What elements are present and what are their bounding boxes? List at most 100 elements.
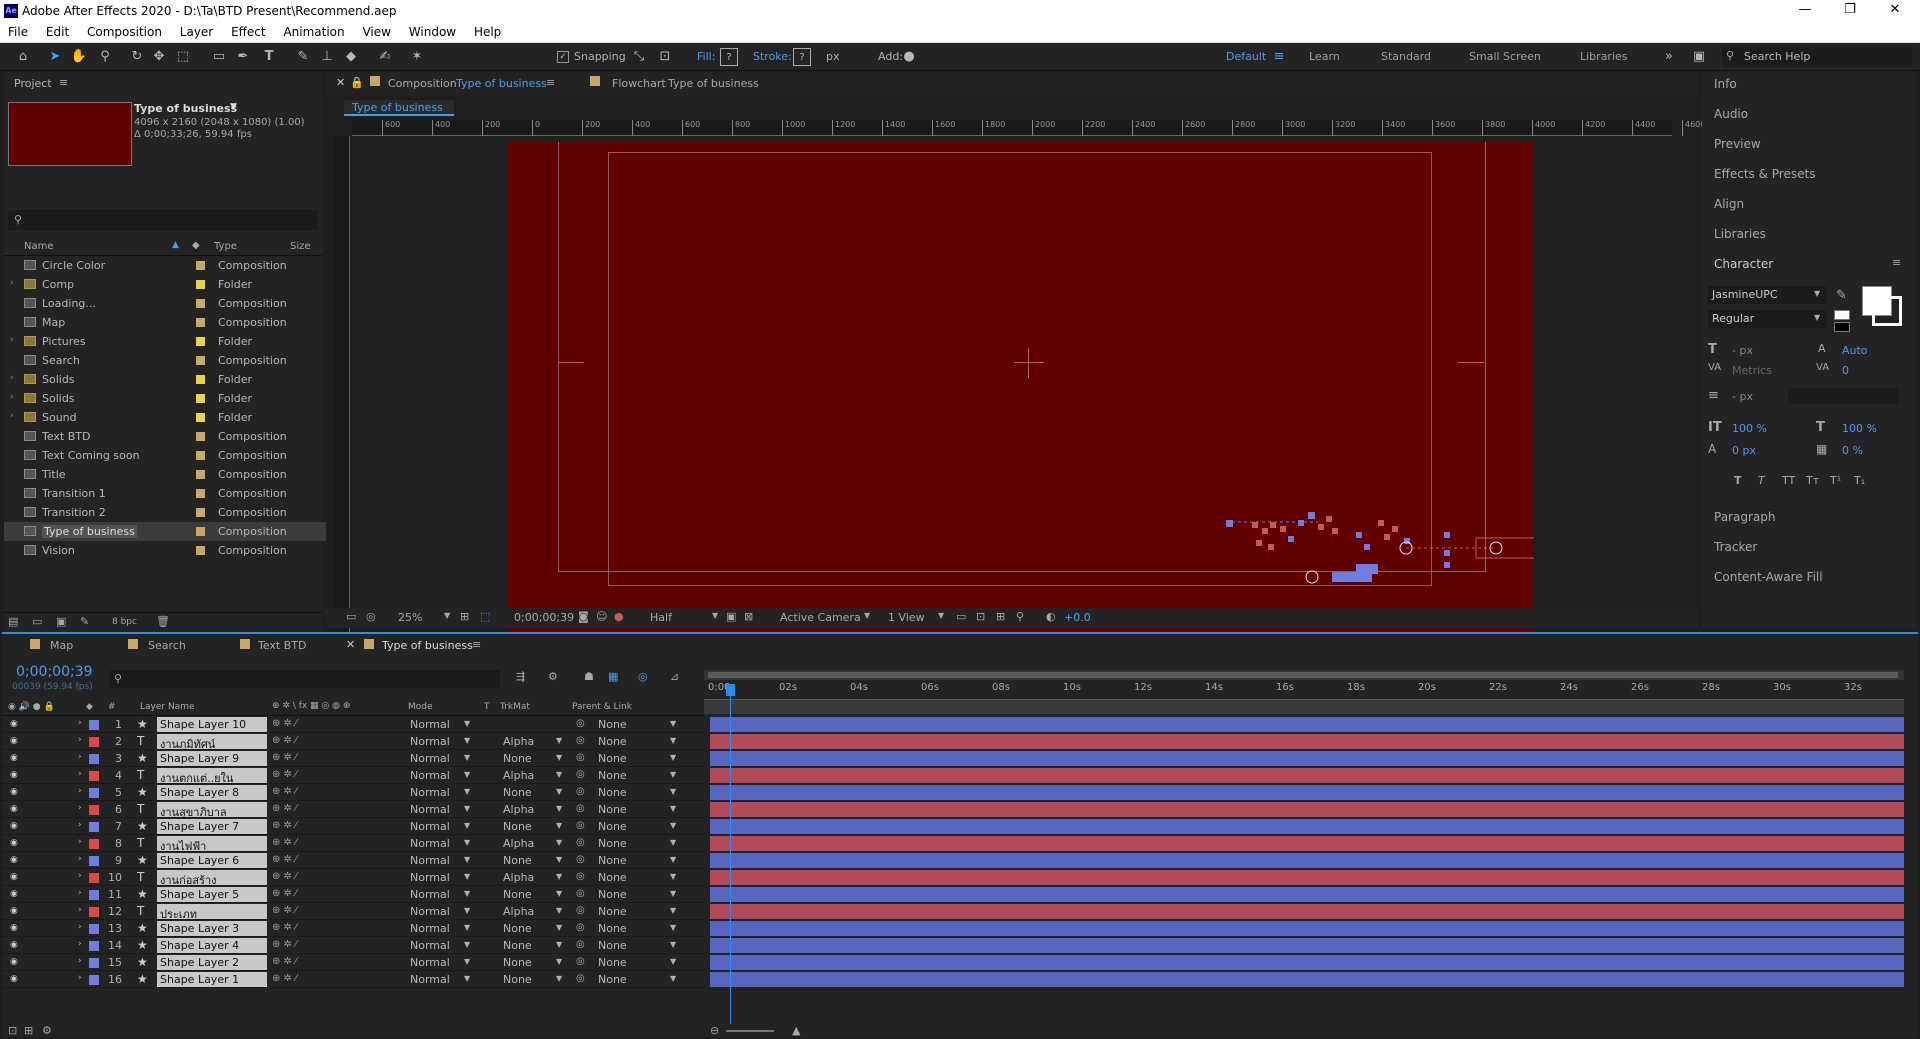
label-color-icon[interactable] xyxy=(196,489,205,498)
project-item[interactable]: Transition 1 Composition xyxy=(4,484,326,503)
layer-duration-bar[interactable] xyxy=(710,717,1904,732)
selected-item-name[interactable]: Type of business xyxy=(134,102,237,115)
time-ruler[interactable]: 0:00s 02s 04s 06s 08s 10s 12s 14s 16s 18s 20s 22s 24… xyxy=(704,680,1904,700)
panel-preview[interactable]: Preview xyxy=(1714,137,1761,151)
timeline-tab-text-btd[interactable]: Text BTD xyxy=(258,639,306,652)
project-panel-title[interactable]: Project xyxy=(14,77,52,90)
work-area-range[interactable] xyxy=(708,672,1898,678)
toggle-pixel-aspect-icon[interactable]: ▭ xyxy=(956,610,966,623)
new-comp-icon[interactable]: ▣ xyxy=(56,615,66,628)
layer-duration-bar[interactable] xyxy=(710,887,1904,902)
sort-up-icon[interactable]: ▲ xyxy=(172,240,179,250)
col-layer-name[interactable]: Layer Name xyxy=(140,702,195,712)
panel-content-aware-fill[interactable]: Content-Aware Fill xyxy=(1714,570,1823,584)
close-button[interactable]: ✕ xyxy=(1880,2,1910,17)
panel-menu-icon[interactable]: ≡ xyxy=(1892,256,1901,269)
layer-duration-bar[interactable] xyxy=(710,836,1904,851)
flowchart-tab-prefix[interactable]: Flowchart xyxy=(612,77,666,90)
menu-file[interactable]: File xyxy=(0,22,34,39)
hand-tool-icon[interactable]: ✋ xyxy=(70,48,88,66)
chevron-down-icon[interactable]: ▼ xyxy=(864,611,870,620)
chevron-right-icon[interactable]: › xyxy=(10,335,14,345)
zoom-slider[interactable] xyxy=(726,1030,774,1032)
project-search-input[interactable]: ⚲ xyxy=(8,210,318,230)
reset-exposure-icon[interactable]: ◐ xyxy=(1046,610,1056,623)
label-color-icon[interactable] xyxy=(196,299,205,308)
tracking-value[interactable]: 0 xyxy=(1842,364,1849,377)
project-item[interactable]: Text BTD Composition xyxy=(4,427,326,446)
roi-icon[interactable]: ⬚ xyxy=(480,610,490,623)
leading-value[interactable]: Auto xyxy=(1842,344,1868,357)
layer-duration-bar[interactable] xyxy=(710,870,1904,885)
baseline-shift-value[interactable]: 0 px xyxy=(1732,444,1756,457)
label-color-icon[interactable] xyxy=(196,261,205,270)
shape-layer-handles[interactable] xyxy=(1208,502,1534,602)
project-item[interactable]: › Pictures Folder xyxy=(4,332,326,351)
transparency-grid-icon[interactable]: ⊠ xyxy=(744,610,753,623)
switches-icon[interactable]: ⊕ ✲ \ fx ▦ ◎ ◍ ⊕ xyxy=(272,701,350,711)
graph-editor-icon[interactable]: ⊿ xyxy=(670,670,679,683)
add-icon[interactable]: ● xyxy=(900,48,918,66)
project-item[interactable]: › Sound Folder xyxy=(4,408,326,427)
workspace-learn[interactable]: Learn xyxy=(1309,50,1340,63)
panel-audio[interactable]: Audio xyxy=(1714,107,1748,121)
superscript-icon[interactable]: T¹ xyxy=(1830,474,1841,487)
rotate-tool-icon[interactable]: ↻ xyxy=(128,48,146,66)
label-color-icon[interactable] xyxy=(196,375,205,384)
font-style-select[interactable]: Regular ▼ xyxy=(1708,310,1826,328)
label-color-icon[interactable] xyxy=(196,394,205,403)
av-features-icon[interactable]: ◉ 🔊 ● 🔒 xyxy=(8,702,55,712)
character-title[interactable]: Character xyxy=(1714,257,1773,271)
label-color-icon[interactable] xyxy=(196,546,205,555)
stroke-swatch[interactable]: ? xyxy=(793,48,811,66)
stroke-width-value[interactable]: - px xyxy=(1732,390,1753,403)
horizontal-ruler[interactable]: 600 400 200 0 200 400 600 800 1000 1200 1400 1600 18… xyxy=(352,120,1705,136)
comp-canvas[interactable] xyxy=(508,142,1534,674)
toggle-transfer-icon[interactable]: ⊞ xyxy=(24,1024,33,1037)
shy-layers-icon[interactable]: ☗ xyxy=(584,670,594,683)
project-item[interactable]: Transition 2 Composition xyxy=(4,503,326,522)
snapping-checkbox[interactable]: ✓ xyxy=(557,51,569,63)
label-color-icon[interactable] xyxy=(196,432,205,441)
rectangle-tool-icon[interactable]: ▭ xyxy=(210,48,228,66)
home-icon[interactable]: ⌂ xyxy=(14,48,32,66)
chevron-right-icon[interactable]: › xyxy=(10,392,14,402)
chevron-right-icon[interactable]: › xyxy=(10,278,14,288)
channel-icon[interactable]: ● xyxy=(614,610,624,623)
project-item[interactable]: Vision Composition xyxy=(4,541,326,560)
show-snapshot-icon[interactable]: ☺ xyxy=(596,610,607,623)
fast-previews-icon[interactable]: ▣ xyxy=(726,610,736,623)
layer-duration-bar[interactable] xyxy=(710,972,1904,987)
stroke-label[interactable]: Stroke: xyxy=(753,50,792,63)
brush-tool-icon[interactable]: ✎ xyxy=(294,48,312,66)
layer-duration-bar[interactable] xyxy=(710,734,1904,749)
panel-paragraph[interactable]: Paragraph xyxy=(1714,510,1775,524)
project-item[interactable]: Map Composition xyxy=(4,313,326,332)
menu-layer[interactable]: Layer xyxy=(172,22,219,39)
3d-view-icon[interactable]: ⊡ xyxy=(976,610,985,623)
project-item[interactable]: Circle Color Composition xyxy=(4,256,326,275)
snapshot-icon[interactable]: ◙ xyxy=(578,610,589,623)
panel-effects-presets[interactable]: Effects & Presets xyxy=(1714,167,1815,181)
label-color-icon[interactable] xyxy=(196,337,205,346)
layer-duration-bar[interactable] xyxy=(710,955,1904,970)
col-trkmat[interactable]: TrkMat xyxy=(500,702,530,712)
close-icon[interactable]: ✕ xyxy=(336,76,345,89)
layer-duration-bar[interactable] xyxy=(710,938,1904,953)
camera-select[interactable]: Active Camera xyxy=(780,611,861,624)
search-help-field[interactable]: ⚲ Search Help xyxy=(1722,47,1912,67)
horizontal-scale-value[interactable]: 100 % xyxy=(1842,422,1877,435)
col-parent[interactable]: Parent & Link xyxy=(572,702,632,712)
col-name[interactable]: Name xyxy=(24,241,54,252)
col-mode[interactable]: Mode xyxy=(408,702,433,712)
set-white-swatch[interactable] xyxy=(1834,310,1850,320)
layer-duration-bar[interactable] xyxy=(710,802,1904,817)
pan-behind-tool-icon[interactable]: ⬚ xyxy=(174,48,192,66)
layer-duration-bar[interactable] xyxy=(710,768,1904,783)
label-color-icon[interactable] xyxy=(196,527,205,536)
chevron-right-icon[interactable]: › xyxy=(10,373,14,383)
puppet-tool-icon[interactable]: ✶ xyxy=(408,48,426,66)
project-settings-icon[interactable]: ✎ xyxy=(80,615,89,628)
project-item[interactable]: › Solids Folder xyxy=(4,389,326,408)
snap-edges-icon[interactable]: ⤡ xyxy=(630,48,648,66)
